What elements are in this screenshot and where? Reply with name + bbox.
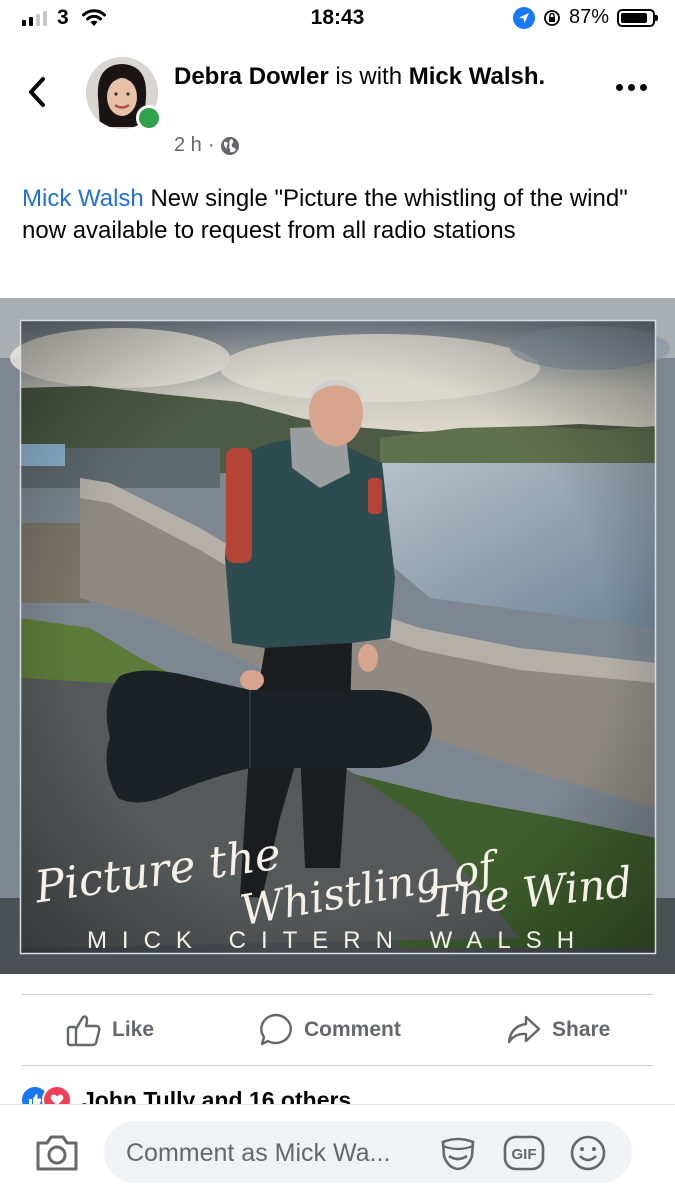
more-options-button[interactable] (616, 84, 647, 91)
gif-label: GIF (512, 1146, 537, 1163)
meta-separator: · (207, 134, 215, 156)
tagged-name[interactable]: Mick Walsh. (409, 63, 545, 90)
share-label: Share (552, 1018, 611, 1041)
share-button[interactable]: Share (506, 995, 610, 1065)
comment-input[interactable]: Comment as Mick Wa... GIF (104, 1121, 632, 1183)
rotation-lock-icon (544, 9, 560, 26)
thumbs-up-icon (66, 1015, 101, 1047)
camera-icon (36, 1135, 78, 1171)
author-avatar[interactable] (86, 57, 162, 131)
battery-percent: 87% (568, 6, 609, 28)
author-name[interactable]: Debra Dowler (174, 63, 329, 90)
comment-placeholder: Comment as Mick Wa... (126, 1139, 391, 1167)
battery-icon (617, 8, 658, 27)
post-image[interactable]: Picture the Whistling of The Wind MICK C… (0, 298, 675, 974)
like-label: Like (112, 1018, 155, 1041)
status-bar: 3 18:43 87% (0, 0, 675, 38)
post-text: Mick Walsh New single "Picture the whist… (22, 183, 662, 247)
with-text: is with (335, 63, 403, 90)
like-button[interactable]: Like (66, 995, 154, 1065)
post-meta: 2 h · (174, 134, 240, 157)
avatar-sticker-icon[interactable] (438, 1134, 478, 1172)
actions-bottom-divider (22, 1065, 653, 1066)
share-arrow-icon (507, 1015, 541, 1044)
comment-button[interactable]: Comment (258, 995, 401, 1065)
chevron-left-icon (29, 77, 45, 107)
comment-bubble-icon (260, 1013, 292, 1046)
post-author-line: Debra Dowler is with Mick Walsh. (174, 59, 574, 94)
post-actions: Like Comment Share (0, 995, 675, 1065)
online-status-dot (136, 105, 162, 131)
mention-link[interactable]: Mick Walsh (22, 185, 144, 212)
globe-icon (221, 136, 240, 155)
camera-button[interactable] (34, 1133, 80, 1178)
back-button[interactable] (26, 70, 62, 114)
gif-icon[interactable]: GIF (502, 1134, 546, 1172)
post-time[interactable]: 2 h (174, 134, 202, 157)
comment-bar: Comment as Mick Wa... GIF (0, 1104, 675, 1201)
location-icon (512, 6, 535, 29)
emoji-icon[interactable] (568, 1134, 608, 1172)
cover-artist: MICK CITERN WALSH (87, 927, 589, 954)
comment-label: Comment (304, 1018, 401, 1041)
